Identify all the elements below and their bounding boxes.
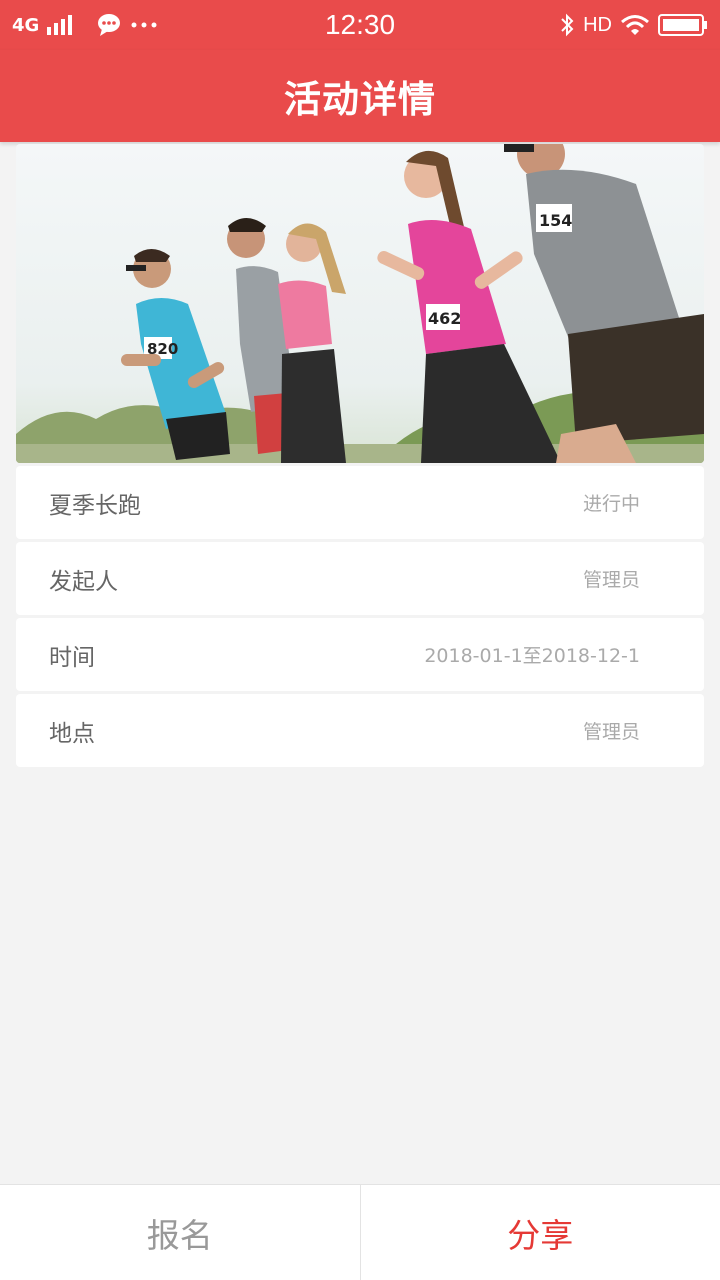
bib-154: 154 xyxy=(539,211,572,230)
battery-icon xyxy=(657,14,707,36)
runners-photo: 820 462 154 xyxy=(16,144,704,463)
location-value: 管理员 xyxy=(582,721,640,743)
bib-462: 462 xyxy=(428,309,461,328)
info-row-time: 时间 2018-01-1至2018-12-1 xyxy=(16,618,704,691)
signup-button[interactable]: 报名 xyxy=(0,1185,361,1280)
clock: 12:30 xyxy=(324,9,396,40)
activity-name-label: 夏季长跑 xyxy=(49,492,141,519)
chat-bubble-icon xyxy=(98,14,121,36)
info-row-organizer: 发起人 管理员 xyxy=(16,542,704,615)
signal-icon xyxy=(47,15,73,35)
location-label: 地点 xyxy=(49,720,95,747)
time-value: 2018-01-1至2018-12-1 xyxy=(424,645,640,667)
activity-status-value: 进行中 xyxy=(582,493,640,515)
activity-info-list: 夏季长跑 进行中 发起人 管理员 时间 2018-01-1至2018-12-1 … xyxy=(16,466,704,770)
status-left: 4G xyxy=(12,13,272,37)
more-dots-icon xyxy=(131,22,157,28)
status-right: HD xyxy=(448,13,708,37)
time-label: 时间 xyxy=(49,644,95,671)
organizer-label: 发起人 xyxy=(49,568,118,595)
network-type: 4G xyxy=(12,14,40,36)
hd-indicator: HD xyxy=(583,13,612,36)
page-title: 活动详情 xyxy=(284,78,436,121)
share-button[interactable]: 分享 xyxy=(361,1185,720,1280)
info-row-location: 地点 管理员 xyxy=(16,694,704,767)
status-bar: 4G 12:30 HD xyxy=(0,0,720,50)
organizer-value: 管理员 xyxy=(582,569,640,591)
info-row-activity-name: 夏季长跑 进行中 xyxy=(16,466,704,539)
app-bar: 活动详情 xyxy=(0,50,720,142)
activity-banner-image: 820 462 154 xyxy=(16,144,704,463)
wifi-icon xyxy=(621,15,649,35)
bottom-action-bar: 报名 分享 xyxy=(0,1184,720,1280)
bluetooth-icon xyxy=(561,13,574,37)
